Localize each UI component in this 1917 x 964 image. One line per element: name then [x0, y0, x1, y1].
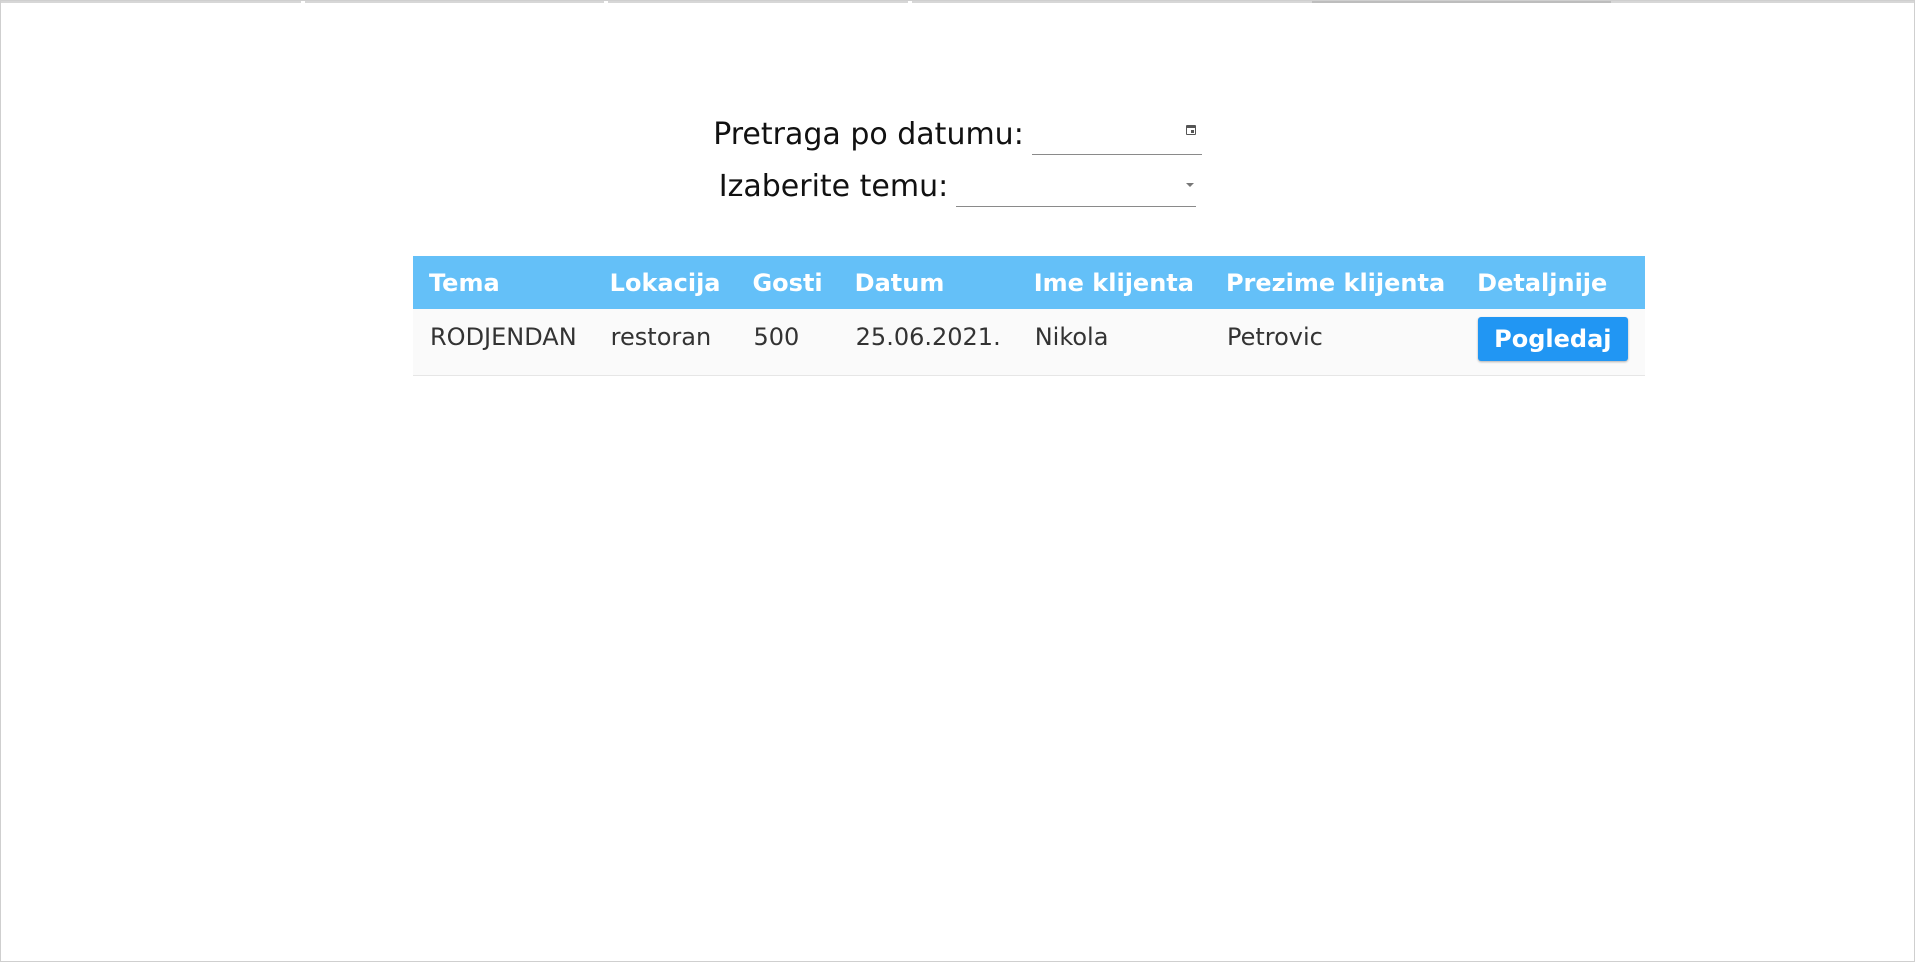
- date-filter-label: Pretraga po datumu:: [713, 117, 1024, 152]
- calendar-icon[interactable]: [1185, 125, 1196, 135]
- column-header-gosti: Gosti: [752, 268, 823, 297]
- theme-select[interactable]: [956, 161, 1197, 207]
- column-header-tema: Tema: [429, 268, 500, 297]
- column-header-detaljnije: Detaljnije: [1477, 268, 1608, 297]
- cell-prezime: Petrovic: [1226, 323, 1323, 351]
- cell-gosti: 500: [753, 323, 800, 351]
- table-header-row: Tema Lokacija Gosti Datum Ime klijenta P…: [413, 256, 1645, 309]
- date-input[interactable]: [1031, 109, 1202, 155]
- theme-filter-label: Izaberite temu:: [718, 169, 949, 204]
- column-header-datum: Datum: [854, 268, 945, 297]
- theme-filter-row: Izaberite temu:: [1, 155, 1914, 207]
- cell-datum: 25.06.2021.: [855, 323, 1001, 351]
- table-row: RODJENDAN restoran 500 25.06.2021. Nikol…: [413, 309, 1645, 375]
- top-strip: [1, 1, 1915, 3]
- filters: Pretraga po datumu: Izaberite temu:: [1, 103, 1914, 207]
- column-header-prezime-klijenta: Prezime klijenta: [1225, 268, 1446, 297]
- cell-tema: RODJENDAN: [430, 323, 577, 351]
- events-table: Tema Lokacija Gosti Datum Ime klijenta P…: [413, 256, 1645, 376]
- date-filter-row: Pretraga po datumu:: [1, 103, 1914, 155]
- cell-ime: Nikola: [1034, 323, 1109, 351]
- page: Pretraga po datumu: Izaberite temu: Tema…: [0, 0, 1915, 962]
- cell-detaljnije: Pogledaj: [1461, 309, 1644, 375]
- column-header-ime-klijenta: Ime klijenta: [1033, 268, 1194, 297]
- column-header-lokacija: Lokacija: [609, 268, 721, 297]
- view-details-button[interactable]: Pogledaj: [1478, 317, 1628, 361]
- cell-lokacija: restoran: [610, 323, 712, 351]
- caret-down-icon[interactable]: [1186, 183, 1195, 187]
